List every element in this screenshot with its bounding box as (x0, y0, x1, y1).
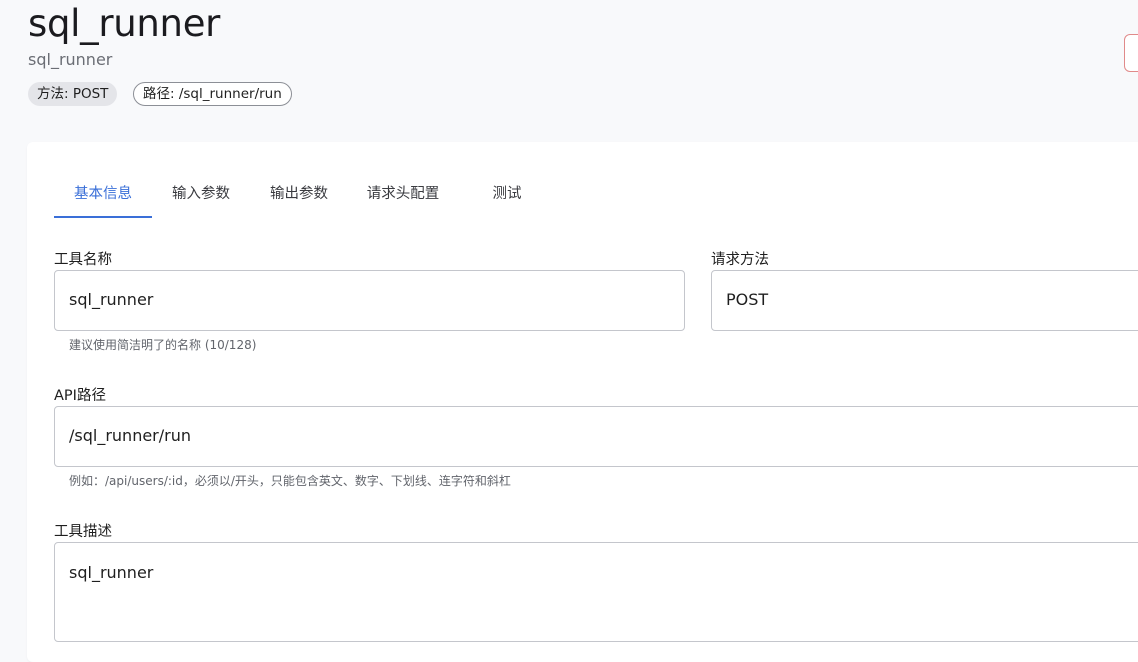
header-action-button[interactable] (1124, 34, 1138, 72)
tab-output-params[interactable]: 输出参数 (262, 172, 336, 218)
tab-active-indicator (54, 216, 152, 218)
api-path-hint: 例如：/api/users/:id，必须以/开头，只能包含英文、数字、下划线、连… (69, 474, 511, 488)
tool-name-hint: 建议使用简洁明了的名称 (10/128) (69, 338, 257, 352)
method-chip: 方法: POST (28, 82, 118, 106)
api-path-label: API路径 (54, 388, 106, 404)
method-select[interactable]: POST (711, 270, 1138, 331)
path-chip: 路径: /sql_runner/run (133, 82, 292, 106)
tab-input-params[interactable]: 输入参数 (164, 172, 238, 218)
description-textarea[interactable]: sql_runner (54, 542, 1138, 642)
tab-test[interactable]: 测试 (478, 172, 536, 218)
description-label: 工具描述 (54, 524, 112, 540)
tab-header-config[interactable]: 请求头配置 (360, 172, 446, 218)
page-title: sql_runner (28, 2, 221, 45)
tab-basic-info[interactable]: 基本信息 (54, 172, 152, 218)
method-label: 请求方法 (711, 252, 769, 268)
tool-name-input[interactable]: sql_runner (54, 270, 685, 331)
api-path-input[interactable]: /sql_runner/run (54, 406, 1138, 467)
page-subtitle: sql_runner (28, 50, 113, 69)
tool-name-label: 工具名称 (54, 252, 112, 268)
